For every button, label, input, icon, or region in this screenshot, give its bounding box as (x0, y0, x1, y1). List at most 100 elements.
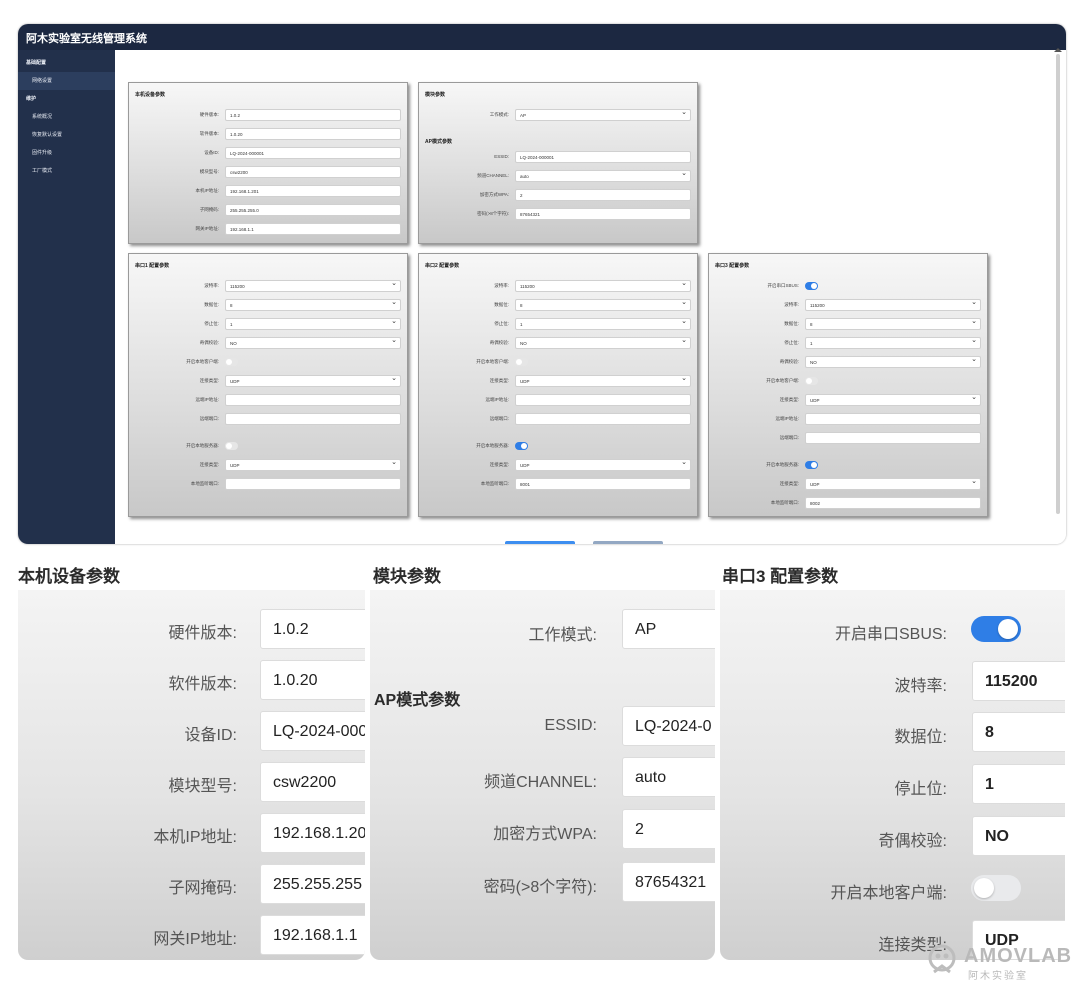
sbus-enable-toggle[interactable] (971, 616, 1021, 642)
parity-select[interactable]: NO (225, 335, 401, 349)
hardware-version-field[interactable]: 1.0.2 (260, 609, 365, 649)
client-enable-toggle[interactable] (515, 358, 528, 366)
wpa-field[interactable]: 2 (622, 809, 715, 849)
sidebar-item-basic-config[interactable]: 基础配置 (18, 54, 115, 72)
data-bits-select[interactable]: 8 (972, 712, 1065, 752)
stop-bits-select[interactable]: 1 (515, 316, 691, 330)
remote-port-field[interactable] (225, 413, 401, 425)
remote-ip-field[interactable] (225, 394, 401, 406)
field-label: 子网掩码: (168, 880, 237, 897)
field-label: 连接类型: (199, 378, 219, 383)
gateway-ip-field[interactable]: 192.168.1.1 (260, 915, 365, 955)
title-bar: 阿木实验室无线管理系统 (18, 24, 1066, 50)
panel-title: 串口3 配置参数 (715, 263, 750, 269)
subnet-mask-field[interactable]: 255.255.255.0 (225, 204, 401, 216)
field-label: 远端IP地址: (195, 397, 219, 402)
field-label: 波特率: (494, 283, 509, 288)
data-bits-select[interactable]: 8 (515, 297, 691, 311)
field-label: 远端端口: (779, 435, 799, 440)
remote-ip-field[interactable] (515, 394, 691, 406)
data-bits-select[interactable]: 8 (805, 316, 981, 330)
software-version-field[interactable]: 1.0.20 (260, 660, 365, 700)
device-id-field[interactable]: LQ-2024-000001 (225, 147, 401, 159)
field-label: 连接类型: (489, 378, 509, 383)
sidebar-item-factory-mode[interactable]: 工厂模式 (18, 162, 115, 180)
parity-select[interactable]: NO (972, 816, 1065, 856)
connection-type-select[interactable]: UDP (515, 373, 691, 387)
stop-bits-select[interactable]: 1 (972, 764, 1065, 804)
client-enable-toggle[interactable] (225, 358, 238, 366)
field-label: 开启本地客户端: (766, 378, 799, 383)
cancel-button[interactable]: 取消 (593, 541, 663, 544)
field-label: 停止位: (204, 321, 219, 326)
field-label: 软件版本: (168, 676, 237, 693)
server-enable-toggle[interactable] (225, 442, 238, 450)
baud-rate-select[interactable]: 115200 (225, 278, 401, 292)
connection-type-select[interactable]: UDP (805, 392, 981, 406)
work-mode-select[interactable]: AP (515, 107, 691, 121)
module-model-field[interactable]: csw2200 (225, 166, 401, 178)
hardware-version-field[interactable]: 1.0.2 (225, 109, 401, 121)
field-label: 模块型号: (199, 169, 219, 174)
software-version-field[interactable]: 1.0.20 (225, 128, 401, 140)
server-enable-toggle[interactable] (805, 461, 818, 469)
remote-ip-field[interactable] (805, 413, 981, 425)
baud-rate-select[interactable]: 115200 (972, 661, 1065, 701)
sidebar-item-maintenance[interactable]: 维护 (18, 90, 115, 108)
field-label: 子网掩码: (199, 207, 219, 212)
field-label: 开启本地服务器: (476, 443, 509, 448)
listen-port-field[interactable] (225, 478, 401, 490)
module-model-field[interactable]: csw2200 (260, 762, 365, 802)
field-label: 密码(>8个字符): (483, 879, 597, 896)
essid-field[interactable]: LQ-2024-000001 (515, 151, 691, 163)
sbus-enable-toggle[interactable] (805, 282, 818, 290)
essid-field[interactable]: LQ-2024-0 (622, 706, 715, 746)
server-type-select[interactable]: UDP (515, 457, 691, 471)
field-label: 设备ID: (184, 727, 237, 744)
local-ip-field[interactable]: 192.168.1.20 (260, 813, 365, 853)
channel-select[interactable]: auto (515, 168, 691, 182)
client-enable-toggle[interactable] (971, 875, 1021, 901)
gateway-ip-field[interactable]: 192.168.1.1 (225, 223, 401, 235)
field-label: 奇偶校验: (779, 359, 799, 364)
field-label: 波特率: (204, 283, 219, 288)
ap-section-title: AP模式参数 (374, 692, 461, 709)
listen-port-field[interactable]: 8001 (515, 478, 691, 490)
device-id-field[interactable]: LQ-2024-000 (260, 711, 365, 751)
sidebar-item-network-settings[interactable]: 网络设置 (18, 72, 115, 90)
sidebar-item-system-overview[interactable]: 系统概况 (18, 108, 115, 126)
wpa-field[interactable]: 2 (515, 189, 691, 201)
work-mode-select[interactable]: AP (622, 609, 715, 649)
subnet-mask-field[interactable]: 255.255.255 (260, 864, 365, 904)
server-type-select[interactable]: UDP (805, 476, 981, 490)
field-label: ESSID: (544, 717, 597, 734)
parity-select[interactable]: NO (805, 354, 981, 368)
password-field[interactable]: 87654321 (622, 862, 715, 902)
field-label: 频道CHANNEL: (484, 774, 597, 791)
zoom-device-title: 本机设备参数 (18, 567, 120, 586)
field-label: 硬件版本: (199, 112, 219, 117)
channel-select[interactable]: auto (622, 757, 715, 797)
listen-port-field[interactable]: 8002 (805, 497, 981, 509)
remote-port-field[interactable] (515, 413, 691, 425)
vertical-scrollbar[interactable] (1054, 48, 1062, 514)
connection-type-select[interactable]: UDP (225, 373, 401, 387)
server-enable-toggle[interactable] (515, 442, 528, 450)
field-label: 网关IP地址: (195, 226, 219, 231)
save-button[interactable]: 保存 (505, 541, 575, 544)
baud-rate-select[interactable]: 115200 (805, 297, 981, 311)
field-label: 连接类型: (779, 397, 799, 402)
password-field[interactable]: 87654321 (515, 208, 691, 220)
baud-rate-select[interactable]: 115200 (515, 278, 691, 292)
local-ip-field[interactable]: 192.168.1.201 (225, 185, 401, 197)
field-label: 加密方式WPA: (493, 826, 597, 843)
stop-bits-select[interactable]: 1 (805, 335, 981, 349)
server-type-select[interactable]: UDP (225, 457, 401, 471)
parity-select[interactable]: NO (515, 335, 691, 349)
remote-port-field[interactable] (805, 432, 981, 444)
stop-bits-select[interactable]: 1 (225, 316, 401, 330)
client-enable-toggle[interactable] (805, 377, 818, 385)
data-bits-select[interactable]: 8 (225, 297, 401, 311)
sidebar-item-firmware-upgrade[interactable]: 固件升级 (18, 144, 115, 162)
sidebar-item-factory-reset[interactable]: 恢复默认设置 (18, 126, 115, 144)
